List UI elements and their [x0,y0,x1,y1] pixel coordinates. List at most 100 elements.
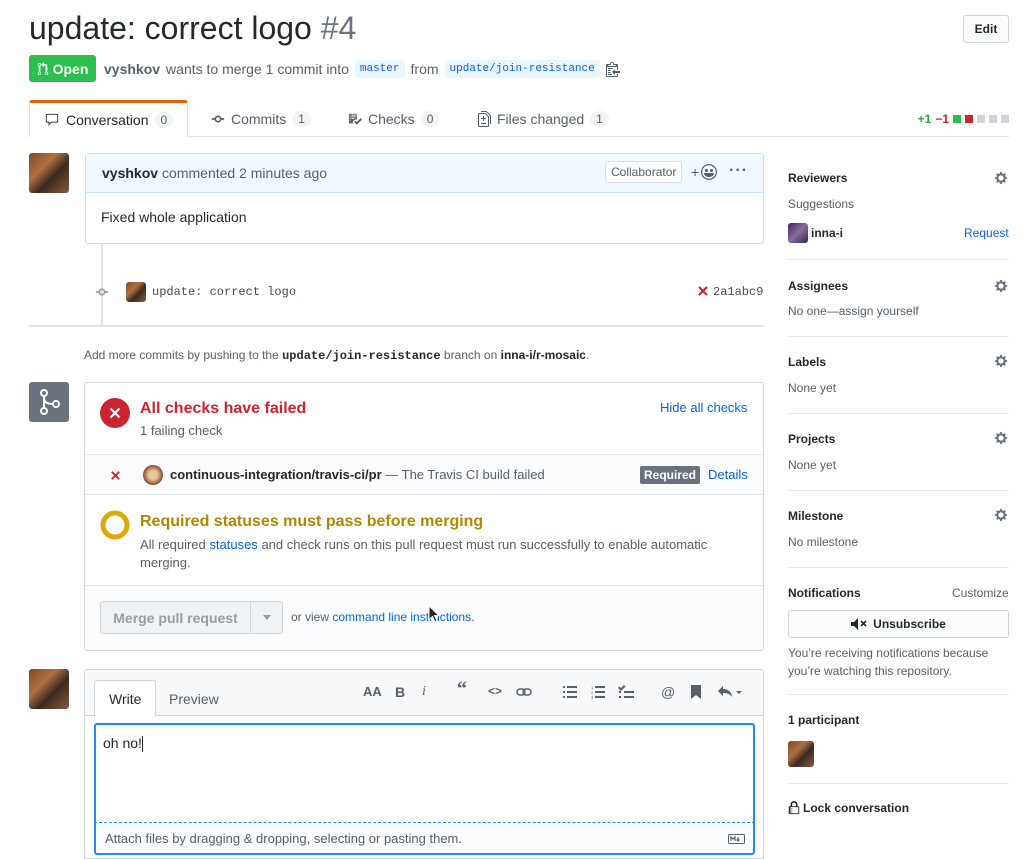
push-hint-middle: branch on [443,348,498,362]
command-line-link[interactable]: command line instructions [332,610,471,624]
merge-pull-request-button[interactable]: Merge pull request [100,601,283,634]
projects-gear-icon[interactable] [994,431,1008,445]
required-status-section: Required statuses must pass before mergi… [85,495,763,586]
comment-author[interactable]: vyshkov [102,165,158,181]
checks-failed-title: All checks have failed [140,400,307,417]
status-badge: Open [29,55,96,82]
pending-circle-icon [100,510,130,540]
pr-meta: vyshkov wants to merge 1 commit into mas… [104,58,620,80]
checks-summary: All checks have failed 1 failing check H… [85,383,763,455]
merge-dropdown-caret[interactable] [251,602,282,633]
request-review-link[interactable]: Request [964,226,1009,240]
reviewer-name[interactable]: inna-i [811,226,843,240]
tab-counter: 1 [590,110,609,127]
comment-textarea[interactable]: oh no! [94,723,755,823]
tab-conversation[interactable]: Conversation 0 [29,100,189,138]
reviewer-avatar[interactable] [788,223,808,243]
edit-button[interactable]: Edit [963,15,1009,43]
pr-title: update: correct logo #4 [29,10,356,47]
file-diff-icon [478,110,491,127]
projects-title: Projects [788,432,836,446]
lock-conversation-button[interactable]: Lock conversation [788,801,909,815]
notification-reason: You’re receiving notifications because y… [788,644,988,680]
checks-failed-count: 1 failing check [140,423,223,438]
bold-icon[interactable]: B [395,684,405,700]
assignees-gear-icon[interactable] [994,279,1008,293]
clipboard-icon[interactable] [605,61,620,77]
status-label: Open [52,60,89,77]
head-branch[interactable]: update/join-resistance [444,60,600,78]
pr-title-text: update: correct logo [29,10,312,46]
or-view-text: or view [291,610,330,624]
check-row: continuous-integration/travis-ci/pr — Th… [85,455,763,495]
reviewers-gear-icon[interactable] [994,171,1008,185]
commit-message[interactable]: update: correct logo [152,285,296,299]
ordered-list-icon[interactable]: 123 [591,686,605,699]
statuses-link[interactable]: statuses [209,537,257,552]
sidebar-divider [788,490,1009,491]
mention-icon[interactable]: @ [661,684,675,700]
milestone-text: No milestone [788,535,859,549]
quote-icon[interactable]: “ [457,678,467,701]
x-icon[interactable] [697,285,709,297]
push-hint-suffix: . [585,348,590,362]
author-link[interactable]: vyshkov [104,61,160,77]
commit-sha[interactable]: 2a1abc9 [713,285,763,299]
bookmark-icon[interactable] [691,685,701,699]
avatar[interactable] [29,669,69,709]
push-hint-branch: update/join-resistance [282,349,441,363]
commit-author-avatar[interactable] [126,282,146,302]
participants-title: 1 participant [788,713,860,727]
from-text: from [410,61,439,77]
avatar[interactable] [29,153,69,193]
diffstat-block-neutral [989,115,997,123]
reply-icon[interactable] [717,685,743,699]
x-icon [111,471,120,480]
participant-avatar[interactable] [788,741,814,767]
checklist-icon [348,113,362,125]
base-branch[interactable]: master [354,60,405,78]
tab-preview[interactable]: Preview [155,680,233,717]
tab-commits[interactable]: Commits 1 [197,100,325,137]
notification-reason-line2: you’re watching this repository. [788,664,952,678]
tab-label: Files changed [497,110,585,127]
merge-button-label[interactable]: Merge pull request [101,602,251,633]
tab-write[interactable]: Write [94,680,157,717]
tab-files-changed[interactable]: Files changed 1 [464,100,623,137]
italic-icon[interactable]: i [422,684,426,700]
hide-all-checks-link[interactable]: Hide all checks [660,400,747,415]
file-attach-area[interactable]: Attach files by dragging & dropping, sel… [94,822,755,855]
link-icon[interactable] [516,687,532,697]
required-status-text: All required statuses and check runs on … [140,536,740,572]
comment-timestamp[interactable]: commented 2 minutes ago [162,165,327,181]
code-icon[interactable]: <> [488,684,502,698]
unordered-list-icon[interactable] [563,686,577,698]
mouse-cursor [428,605,440,623]
tab-checks[interactable]: Checks 0 [334,100,453,137]
pr-number: #4 [320,10,357,46]
reviewers-title: Reviewers [788,171,848,185]
svg-text:3: 3 [591,695,594,699]
pull-request-icon [37,61,48,75]
lock-icon [788,801,800,815]
meta-text: wants to merge 1 commit into [166,61,349,77]
sidebar-divider [788,783,1009,784]
push-hint-repo: inna-i/r-mosaic [500,348,586,362]
commit-icon [211,115,225,122]
write-tabs: Write Preview AA B i “ <> 123 @ [85,670,763,717]
notification-reason-line1: You’re receiving notifications because [788,646,989,660]
reviewer-suggestions-label: Suggestions [788,197,855,211]
unsubscribe-button[interactable]: Unsubscribe [788,610,1009,638]
text-size-icon[interactable]: AA [363,684,382,699]
details-link[interactable]: Details [708,467,748,482]
assignees-text[interactable]: No one—assign yourself [788,304,919,318]
markdown-icon[interactable] [728,834,745,844]
add-reaction-button[interactable]: + [691,164,718,180]
tasklist-icon[interactable] [618,685,634,699]
more-options-icon[interactable]: ··· [729,162,748,180]
milestone-gear-icon[interactable] [994,508,1008,522]
customize-link[interactable]: Customize [952,586,1009,600]
sidebar-divider [788,567,1009,568]
labels-gear-icon[interactable] [994,354,1008,368]
text-caret [141,736,143,753]
